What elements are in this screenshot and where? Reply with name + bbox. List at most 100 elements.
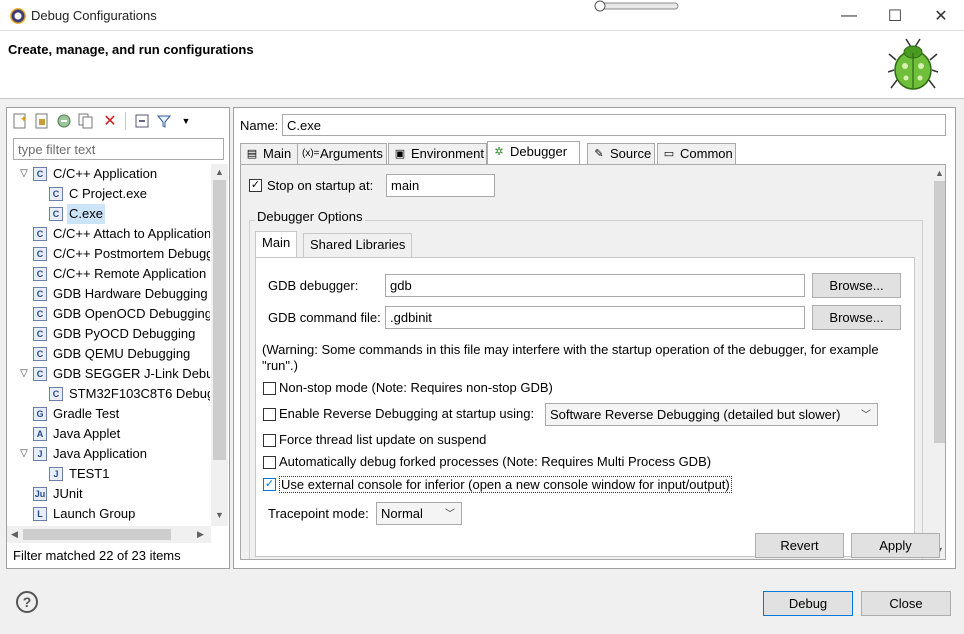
chevron-down-icon: ﹀ bbox=[861, 410, 871, 421]
close-button[interactable]: Close bbox=[861, 591, 951, 616]
tab-source[interactable]: ✎ Source bbox=[587, 143, 655, 165]
tree-item[interactable]: ▽ C C/C++ Application bbox=[7, 164, 210, 184]
filter-input[interactable] bbox=[13, 138, 224, 160]
tracepoint-mode-select[interactable]: Normal ﹀ bbox=[376, 502, 462, 525]
tree-item-label: GDB QEMU Debugging bbox=[53, 346, 191, 361]
tree-item-label: TEST1 bbox=[69, 466, 110, 481]
delete-configuration-icon[interactable]: ✕ bbox=[101, 112, 119, 130]
name-field[interactable]: C.exe bbox=[282, 114, 946, 136]
tree-item[interactable]: C C Project.exe bbox=[7, 184, 210, 204]
tab-common[interactable]: ▭ Common bbox=[657, 143, 736, 165]
tree-horizontal-scrollbar[interactable]: ◀ ▶ bbox=[7, 526, 211, 543]
configuration-tree: ▽ C C/C++ Application C C Project.exe C C.exe C… bbox=[7, 164, 210, 526]
tree-item[interactable]: G Gradle Test bbox=[7, 404, 210, 424]
reverse-debugging-select[interactable]: Software Reverse Debugging (detailed but… bbox=[545, 403, 878, 426]
scroll-down-icon[interactable]: ▼ bbox=[215, 510, 224, 520]
tree-item[interactable]: C GDB PyOCD Debugging bbox=[7, 324, 210, 344]
tab-main[interactable]: ▤ Main bbox=[240, 143, 298, 165]
stop-on-startup-field[interactable]: main bbox=[386, 174, 495, 197]
debugger-main-options: GDB debugger: gdb Browse... GDB command … bbox=[255, 257, 915, 557]
launch-type-icon: C bbox=[33, 327, 47, 341]
tree-item[interactable]: C GDB QEMU Debugging bbox=[7, 344, 210, 364]
duplicate-configuration-icon[interactable] bbox=[77, 112, 95, 130]
debugger-options-label: Debugger Options bbox=[255, 209, 365, 224]
filter-icon[interactable] bbox=[155, 112, 173, 130]
browse-gdb-command-file-button[interactable]: Browse... bbox=[812, 305, 901, 330]
tree-item[interactable]: C C/C++ Remote Application bbox=[7, 264, 210, 284]
configurations-panel: ✦ ✕ ▼ ▽CC/C++ ApplicationCC Project.exeC… bbox=[6, 107, 230, 569]
tree-vertical-scrollbar[interactable]: ▲ ▼ bbox=[211, 164, 228, 526]
gdb-debugger-label: GDB debugger: bbox=[268, 278, 359, 293]
revert-button[interactable]: Revert bbox=[755, 533, 844, 558]
tree-item[interactable]: ▽ J Java Application bbox=[7, 444, 210, 464]
launch-type-icon: Ju bbox=[33, 487, 47, 501]
filter-status: Filter matched 22 of 23 items bbox=[13, 548, 181, 563]
tree-item[interactable]: J TEST1 bbox=[7, 464, 210, 484]
scroll-up-icon[interactable]: ▲ bbox=[215, 167, 224, 177]
gdb-command-file-field[interactable]: .gdbinit bbox=[385, 306, 805, 329]
reverse-debugging-checkbox[interactable] bbox=[263, 408, 276, 421]
inner-tab-shared-libraries[interactable]: Shared Libraries bbox=[303, 233, 413, 257]
view-menu-chevron-down-icon[interactable]: ▼ bbox=[177, 112, 195, 130]
tree-item[interactable]: C STM32F103C8T6 Debug bbox=[7, 384, 210, 404]
main-tab-icon: ▤ bbox=[246, 148, 258, 160]
new-prototype-icon[interactable] bbox=[33, 112, 51, 130]
chevron-expand-icon[interactable]: ▽ bbox=[17, 364, 31, 384]
reverse-debugging-value: Software Reverse Debugging (detailed but… bbox=[550, 407, 841, 422]
tree-hscroll-thumb[interactable] bbox=[23, 529, 171, 540]
scroll-left-icon[interactable]: ◀ bbox=[11, 529, 18, 540]
tree-item[interactable]: C GDB Hardware Debugging bbox=[7, 284, 210, 304]
force-thread-update-checkbox[interactable] bbox=[263, 434, 276, 447]
tab-main-label: Main bbox=[263, 146, 292, 161]
content-scroll-thumb[interactable] bbox=[934, 181, 945, 443]
close-window-button[interactable]: ✕ bbox=[918, 0, 964, 31]
tab-arguments[interactable]: (x)= Arguments bbox=[297, 143, 387, 165]
tree-item[interactable]: A Java Applet bbox=[7, 424, 210, 444]
tree-item[interactable]: Ju JUnit bbox=[7, 484, 210, 504]
tracepoint-mode-value: Normal bbox=[381, 506, 423, 521]
gdb-debugger-field[interactable]: gdb bbox=[385, 274, 805, 297]
tree-item-label: C/C++ Remote Application bbox=[53, 266, 207, 281]
tab-environment[interactable]: ▣ Environment bbox=[388, 143, 487, 165]
external-console-checkbox[interactable]: ✓ bbox=[263, 478, 276, 491]
tab-common-label: Common bbox=[680, 146, 733, 161]
collapse-all-icon[interactable] bbox=[133, 112, 151, 130]
tree-item[interactable]: C GDB OpenOCD Debugging bbox=[7, 304, 210, 324]
browse-gdb-debugger-button[interactable]: Browse... bbox=[812, 273, 901, 298]
debug-button[interactable]: Debug bbox=[763, 591, 853, 616]
launch-type-icon: A bbox=[33, 427, 47, 441]
inner-tab-main[interactable]: Main bbox=[255, 231, 298, 258]
launch-type-icon: C bbox=[49, 387, 63, 401]
scroll-up-icon[interactable]: ▲ bbox=[935, 168, 944, 178]
auto-debug-forked-checkbox[interactable] bbox=[263, 456, 276, 469]
force-thread-update-label: Force thread list update on suspend bbox=[279, 432, 487, 447]
tree-scroll-thumb[interactable] bbox=[213, 180, 226, 460]
tree-item[interactable]: C C/C++ Postmortem Debugger bbox=[7, 244, 210, 264]
maximize-button[interactable]: ☐ bbox=[872, 0, 918, 31]
new-configuration-icon[interactable]: ✦ bbox=[11, 112, 29, 130]
window-title: Debug Configurations bbox=[31, 8, 157, 23]
chevron-expand-icon[interactable]: ▽ bbox=[17, 164, 31, 184]
minimize-button[interactable]: — bbox=[826, 0, 872, 31]
export-configuration-icon[interactable] bbox=[55, 112, 73, 130]
tab-environment-label: Environment bbox=[411, 146, 484, 161]
launch-type-icon: L bbox=[33, 507, 47, 521]
tree-item-label: C/C++ Application bbox=[53, 166, 158, 181]
tree-item[interactable]: C C/C++ Attach to Application bbox=[7, 224, 210, 244]
content-vertical-scrollbar[interactable]: ▲ ▼ bbox=[932, 165, 945, 559]
non-stop-mode-checkbox[interactable] bbox=[263, 382, 276, 395]
help-icon[interactable]: ? bbox=[16, 591, 38, 613]
tree-item[interactable]: L Launch Group bbox=[7, 504, 210, 524]
scroll-right-icon[interactable]: ▶ bbox=[197, 529, 204, 540]
stop-on-startup-checkbox[interactable]: ✓ bbox=[249, 179, 262, 192]
tab-debugger[interactable]: ✲ Debugger bbox=[487, 141, 580, 164]
tree-item[interactable]: C C.exe bbox=[7, 204, 210, 224]
tree-item[interactable]: ▽C GDB SEGGER J-Link Debugging bbox=[7, 364, 210, 384]
chevron-expand-icon[interactable]: ▽ bbox=[17, 444, 31, 464]
tree-item-label: Gradle Test bbox=[53, 406, 120, 421]
apply-button[interactable]: Apply bbox=[851, 533, 940, 558]
launch-type-icon: J bbox=[33, 447, 47, 461]
tree-item-label: Java Application bbox=[53, 446, 147, 461]
common-tab-icon: ▭ bbox=[663, 148, 675, 160]
tree-item-label: GDB Hardware Debugging bbox=[53, 286, 208, 301]
